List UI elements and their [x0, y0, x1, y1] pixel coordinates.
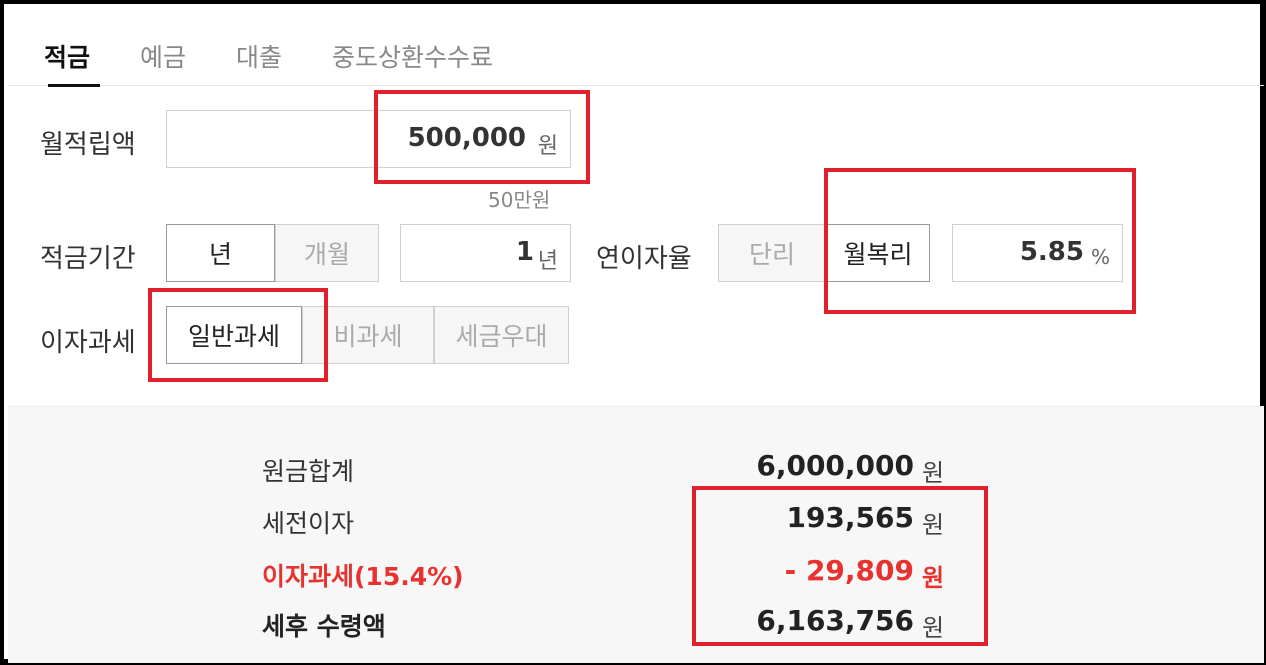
principal-total-unit: 원: [922, 459, 945, 487]
interest-rate-label: 연이자율: [596, 244, 692, 274]
interest-tax-unit: 원: [922, 564, 945, 592]
period-label: 적금기간: [40, 244, 136, 274]
tab-bar: 적금 예금 대출 중도상환수수료: [8, 8, 1264, 87]
after-tax-amount-unit: 원: [922, 614, 945, 642]
general-tax-button[interactable]: 일반과세: [166, 306, 302, 364]
tab-loan[interactable]: 대출: [236, 38, 282, 74]
monthly-amount-value: 500,000: [407, 123, 526, 153]
period-unit: 년: [537, 249, 558, 274]
pretax-interest-unit: 원: [922, 511, 945, 539]
percent-unit: %: [1090, 245, 1110, 269]
interest-tax-value: - 29,809: [784, 554, 914, 587]
tab-savings[interactable]: 적금: [44, 38, 90, 74]
period-unit-month-button[interactable]: 개월: [275, 224, 379, 282]
tab-deposit[interactable]: 예금: [140, 38, 186, 74]
tax-preferred-button[interactable]: 세금우대: [434, 306, 569, 364]
interest-rate-value: 5.85: [1019, 237, 1084, 267]
tab-prepayment-fee[interactable]: 중도상환수수료: [332, 38, 493, 74]
principal-total-value: 6,000,000: [756, 449, 914, 482]
calculator-panel: 적금 예금 대출 중도상환수수료 월적립액 500,000 원 50만원 적금기…: [0, 0, 1266, 665]
monthly-amount-input[interactable]: 500,000 원: [166, 110, 571, 168]
principal-total-label: 원금합계: [262, 457, 355, 486]
active-tab-indicator: [48, 84, 100, 87]
period-value: 1: [515, 237, 534, 267]
tax-free-button[interactable]: 비과세: [302, 306, 434, 364]
pretax-interest-value: 193,565: [786, 501, 914, 534]
tax-type-label: 이자과세: [40, 328, 136, 358]
after-tax-amount-value: 6,163,756: [756, 604, 914, 637]
monthly-amount-label: 월적립액: [40, 130, 136, 160]
period-input[interactable]: 1 년: [400, 224, 571, 282]
monthly-amount-hint: 50만원: [488, 188, 551, 212]
pretax-interest-label: 세전이자: [262, 509, 355, 538]
interest-rate-input[interactable]: 5.85 %: [952, 224, 1123, 282]
monthly-compound-button[interactable]: 월복리: [826, 224, 930, 282]
after-tax-amount-label: 세후 수령액: [262, 612, 386, 641]
period-unit-year-button[interactable]: 년: [166, 224, 275, 282]
monthly-amount-unit: 원: [537, 134, 558, 159]
interest-tax-label: 이자과세(15.4%): [262, 562, 464, 591]
result-summary: 원금합계 6,000,000 원 세전이자 193,565 원 이자과세(15.…: [8, 406, 1264, 663]
simple-interest-button[interactable]: 단리: [718, 224, 826, 282]
